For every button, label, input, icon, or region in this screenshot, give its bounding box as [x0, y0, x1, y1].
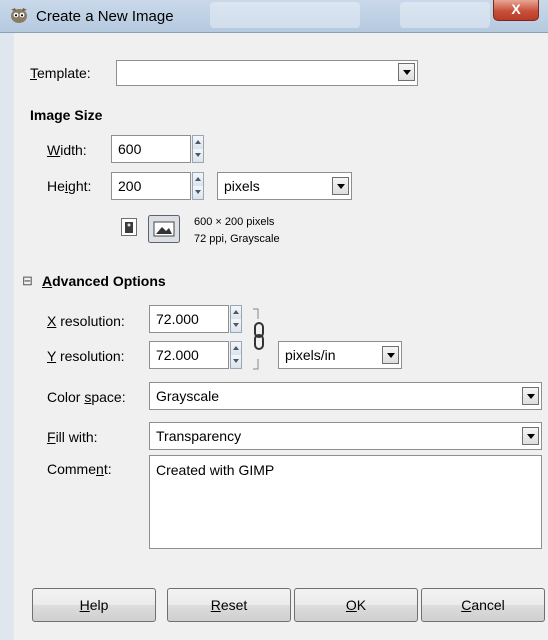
size-info-dimensions: 600 × 200 pixels — [194, 216, 275, 228]
fill-with-select[interactable]: Transparency — [149, 422, 542, 450]
chevron-down-icon — [522, 427, 539, 445]
chain-link-icon[interactable] — [252, 307, 266, 371]
chevron-down-icon — [332, 177, 349, 195]
cancel-button[interactable]: Cancel — [421, 588, 545, 622]
template-select[interactable] — [116, 60, 418, 86]
x-resolution-spinner[interactable] — [230, 305, 242, 333]
spin-down-icon[interactable] — [231, 319, 241, 332]
portrait-orientation-icon[interactable] — [120, 217, 138, 237]
collapse-toggle-icon[interactable]: ⊟ — [22, 273, 33, 289]
gimp-app-icon — [11, 8, 27, 23]
fill-with-label: Fill with: — [47, 429, 98, 445]
background-glass — [400, 2, 490, 28]
y-resolution-input[interactable]: 72.000 — [149, 341, 229, 369]
width-spinner[interactable] — [192, 135, 204, 163]
spin-down-icon[interactable] — [193, 186, 203, 199]
comment-textarea[interactable]: Created with GIMP — [149, 455, 542, 549]
landscape-orientation-icon[interactable] — [148, 215, 180, 243]
color-space-select[interactable]: Grayscale — [149, 382, 542, 410]
chevron-down-icon — [382, 346, 399, 364]
height-label: Height: — [47, 178, 92, 194]
height-input[interactable]: 200 — [111, 172, 191, 200]
background-glass — [210, 2, 360, 28]
width-label: Width: — [47, 142, 87, 158]
x-resolution-label: X resolution: — [47, 313, 125, 329]
close-button[interactable]: X — [493, 0, 539, 21]
spin-down-icon[interactable] — [231, 355, 241, 368]
help-button[interactable]: Help — [32, 588, 156, 622]
y-resolution-spinner[interactable] — [230, 341, 242, 369]
window-title: Create a New Image — [36, 8, 174, 25]
spin-up-icon[interactable] — [193, 173, 203, 187]
x-resolution-input[interactable]: 72.000 — [149, 305, 229, 333]
ok-button[interactable]: OK — [294, 588, 418, 622]
template-label: Template: — [30, 65, 91, 81]
chevron-down-icon — [398, 63, 415, 81]
size-info-resolution: 72 ppi, Grayscale — [194, 233, 280, 245]
spin-down-icon[interactable] — [193, 149, 203, 162]
reset-button[interactable]: Reset — [167, 588, 291, 622]
dialog-body: Template: Image Size Width: 600 Height: … — [14, 33, 548, 640]
chevron-down-icon — [522, 387, 539, 405]
spin-up-icon[interactable] — [231, 342, 241, 356]
comment-label: Comment: — [47, 461, 112, 477]
y-resolution-label: Y resolution: — [47, 348, 125, 364]
height-spinner[interactable] — [192, 172, 204, 200]
size-unit-select[interactable]: pixels — [217, 172, 352, 200]
spin-up-icon[interactable] — [231, 306, 241, 320]
title-bar: Create a New Image X — [0, 0, 548, 33]
color-space-label: Color space: — [47, 389, 126, 405]
resolution-unit-select[interactable]: pixels/in — [278, 341, 402, 369]
width-input[interactable]: 600 — [111, 135, 191, 163]
advanced-options-heading[interactable]: Advanced Options — [42, 273, 166, 289]
image-size-heading: Image Size — [30, 107, 103, 123]
spin-up-icon[interactable] — [193, 136, 203, 150]
